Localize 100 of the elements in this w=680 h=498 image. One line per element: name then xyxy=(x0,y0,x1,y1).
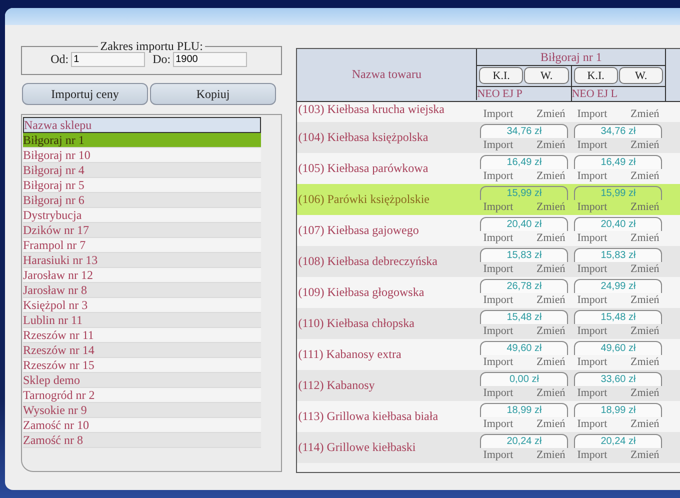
shop-item[interactable]: Biłgoraj nr 6 xyxy=(23,193,262,208)
change-link[interactable]: Zmień xyxy=(534,200,568,215)
shop-item[interactable]: Zamość nr 10 xyxy=(23,418,262,433)
change-link[interactable]: Zmień xyxy=(534,324,568,339)
price-field[interactable]: 24,99 zł xyxy=(574,279,662,293)
shop-item[interactable]: Sklep demo xyxy=(23,373,262,388)
to-field[interactable]: 1900 xyxy=(172,52,247,67)
price-field[interactable]: 15,99 zł xyxy=(480,186,568,200)
header-button[interactable]: K.I. xyxy=(479,67,524,84)
price-field[interactable]: 15,99 zł xyxy=(574,186,662,200)
import-link[interactable]: Import xyxy=(575,138,610,153)
change-link[interactable]: Zmień xyxy=(534,417,568,432)
import-link[interactable]: Import xyxy=(575,293,610,308)
import-link[interactable]: Import xyxy=(575,386,610,401)
import-link[interactable]: Import xyxy=(575,169,610,184)
shop-item[interactable]: Biłgoraj nr 10 xyxy=(23,148,262,163)
import-link[interactable]: Import xyxy=(481,138,516,153)
product-row[interactable]: (114) Grillowe kiełbaski 20,24 zł Import Zmień 20,24 zł Import Zmień xyxy=(297,432,680,463)
product-row[interactable]: (108) Kiełbasa debreczyńska 15,83 zł Import Zmień 15,83 zł Import Zmień xyxy=(297,246,680,277)
change-link[interactable]: Zmień xyxy=(628,200,662,215)
import-link[interactable]: Import xyxy=(481,355,516,370)
import-link[interactable]: Import xyxy=(481,231,516,246)
import-link[interactable]: Import xyxy=(575,355,610,370)
change-link[interactable]: Zmień xyxy=(628,417,662,432)
import-link[interactable]: Import xyxy=(575,231,610,246)
change-link[interactable]: Zmień xyxy=(628,138,662,153)
price-field[interactable]: 16,49 zł xyxy=(480,155,568,169)
price-field[interactable]: 20,40 zł xyxy=(480,217,568,231)
change-link[interactable]: Zmień xyxy=(534,448,568,463)
price-field[interactable]: 20,24 zł xyxy=(574,434,662,448)
header-button[interactable]: W. xyxy=(524,67,569,84)
shop-item[interactable]: Rzeszów nr 14 xyxy=(23,343,262,358)
import-link[interactable]: Import xyxy=(575,200,610,215)
change-link[interactable]: Zmień xyxy=(534,293,568,308)
import-link[interactable]: Import xyxy=(575,262,610,277)
shop-item[interactable]: Jarosław nr 8 xyxy=(23,283,262,298)
product-row[interactable]: (104) Kiełbasa księżpolska 34,76 zł Import Zmień 34,76 zł Import Zmień xyxy=(297,122,680,153)
change-link[interactable]: Zmień xyxy=(628,386,662,401)
product-row[interactable]: (112) Kabanosy 0,00 zł Import Zmień 33,60 zł Import Zmień xyxy=(297,370,680,401)
header-button[interactable]: K.I. xyxy=(574,67,618,84)
shop-item[interactable]: Biłgoraj nr 4 xyxy=(23,163,262,178)
import-link[interactable]: Import xyxy=(575,324,610,339)
product-row[interactable]: (110) Kiełbasa chłopska 15,48 zł Import Zmień 15,48 zł Import Zmień xyxy=(297,308,680,339)
change-link[interactable]: Zmień xyxy=(534,231,568,246)
import-link[interactable]: Import xyxy=(481,200,516,215)
change-link[interactable]: Zmień xyxy=(628,448,662,463)
change-link[interactable]: Zmień xyxy=(534,386,568,401)
price-field[interactable]: 18,99 zł xyxy=(480,403,568,417)
shop-item[interactable]: Rzeszów nr 15 xyxy=(23,358,262,373)
price-field[interactable]: 49,60 zł xyxy=(480,341,568,355)
change-link[interactable]: Zmień xyxy=(628,262,662,277)
import-link[interactable]: Import xyxy=(481,169,516,184)
price-field[interactable]: 15,83 zł xyxy=(480,248,568,262)
price-field[interactable]: 15,83 zł xyxy=(574,248,662,262)
import-link[interactable]: Import xyxy=(481,107,516,122)
price-field[interactable]: 15,48 zł xyxy=(480,310,568,324)
shop-item[interactable]: Lublin nr 11 xyxy=(23,313,262,328)
price-field[interactable]: 34,76 zł xyxy=(480,124,568,138)
change-link[interactable]: Zmień xyxy=(534,262,568,277)
change-link[interactable]: Zmień xyxy=(628,324,662,339)
change-link[interactable]: Zmień xyxy=(628,107,662,122)
change-link[interactable]: Zmień xyxy=(628,355,662,370)
price-field[interactable]: 34,76 zł xyxy=(574,124,662,138)
import-link[interactable]: Import xyxy=(481,386,516,401)
price-field[interactable]: 20,24 zł xyxy=(480,434,568,448)
price-field[interactable]: 49,60 zł xyxy=(574,341,662,355)
change-link[interactable]: Zmień xyxy=(534,107,568,122)
price-field[interactable]: 15,48 zł xyxy=(574,310,662,324)
shop-item[interactable]: Jarosław nr 12 xyxy=(23,268,262,283)
shop-item[interactable]: Zamość nr 8 xyxy=(23,433,262,448)
shop-item[interactable]: Harasiuki nr 13 xyxy=(23,253,262,268)
import-link[interactable]: Import xyxy=(481,324,516,339)
import-link[interactable]: Import xyxy=(575,417,610,432)
change-link[interactable]: Zmień xyxy=(534,138,568,153)
header-button[interactable]: W. xyxy=(618,67,664,84)
shop-item[interactable]: Dzików nr 17 xyxy=(23,223,262,238)
change-link[interactable]: Zmień xyxy=(628,169,662,184)
from-field[interactable]: 1 xyxy=(70,52,145,67)
price-field[interactable]: 0,00 zł xyxy=(480,372,568,386)
shop-item[interactable]: Rzeszów nr 11 xyxy=(23,328,262,343)
product-row[interactable]: (106) Parówki księżpolskie 15,99 zł Import Zmień 15,99 zł Import Zmień xyxy=(297,184,680,215)
price-field[interactable]: 20,40 zł xyxy=(574,217,662,231)
import-link[interactable]: Import xyxy=(481,293,516,308)
import-link[interactable]: Import xyxy=(575,448,610,463)
change-link[interactable]: Zmień xyxy=(628,231,662,246)
price-field[interactable]: 26,78 zł xyxy=(480,279,568,293)
change-link[interactable]: Zmień xyxy=(628,293,662,308)
import-link[interactable]: Import xyxy=(481,262,516,277)
price-field[interactable]: 18,99 zł xyxy=(574,403,662,417)
shop-item[interactable]: Księżpol nr 3 xyxy=(23,298,262,313)
shop-item[interactable]: Biłgoraj nr 1 xyxy=(23,133,262,148)
shop-item[interactable]: Dystrybucja xyxy=(23,208,262,223)
import-prices-button[interactable]: Importuj ceny xyxy=(22,83,148,105)
shop-item[interactable]: Biłgoraj nr 5 xyxy=(23,178,262,193)
shop-item[interactable]: Frampol nr 7 xyxy=(23,238,262,253)
shop-item[interactable]: Wysokie nr 9 xyxy=(23,403,262,418)
change-link[interactable]: Zmień xyxy=(534,355,568,370)
import-link[interactable]: Import xyxy=(575,107,610,122)
shop-item[interactable]: Tarnogród nr 2 xyxy=(23,388,262,403)
change-link[interactable]: Zmień xyxy=(534,169,568,184)
